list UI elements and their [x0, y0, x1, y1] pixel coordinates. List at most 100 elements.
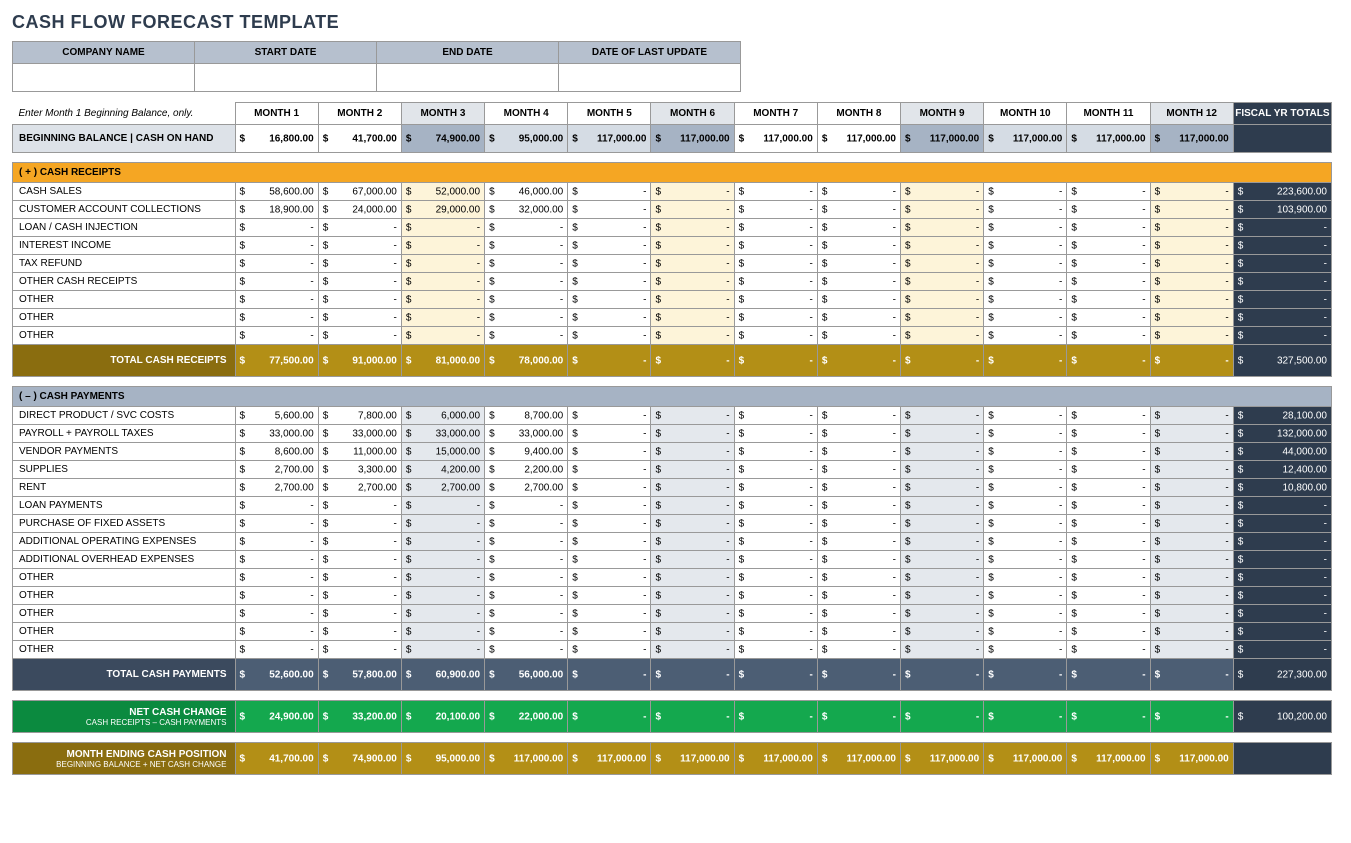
payments-cell[interactable]: $2,700.00: [485, 479, 568, 497]
receipts-cell[interactable]: $-: [318, 327, 401, 345]
payments-cell[interactable]: $-: [235, 497, 318, 515]
beginning-balance-cell[interactable]: $117,000.00: [901, 125, 984, 153]
payments-cell[interactable]: $-: [817, 569, 900, 587]
payments-cell[interactable]: $-: [235, 569, 318, 587]
payments-cell[interactable]: $8,700.00: [485, 407, 568, 425]
payments-cell[interactable]: $-: [817, 443, 900, 461]
payments-cell[interactable]: $-: [485, 623, 568, 641]
payments-cell[interactable]: $-: [401, 587, 484, 605]
payments-cell[interactable]: $-: [1067, 533, 1150, 551]
payments-cell[interactable]: $-: [235, 605, 318, 623]
receipts-cell[interactable]: $-: [1067, 237, 1150, 255]
receipts-cell[interactable]: $-: [568, 201, 651, 219]
receipts-cell[interactable]: $-: [318, 219, 401, 237]
beginning-balance-cell[interactable]: $117,000.00: [651, 125, 734, 153]
receipts-cell[interactable]: $-: [1067, 309, 1150, 327]
payments-cell[interactable]: $33,000.00: [485, 425, 568, 443]
receipts-cell[interactable]: $-: [817, 291, 900, 309]
receipts-cell[interactable]: $-: [235, 327, 318, 345]
payments-cell[interactable]: $9,400.00: [485, 443, 568, 461]
payments-cell[interactable]: $-: [901, 479, 984, 497]
receipts-cell[interactable]: $-: [401, 219, 484, 237]
beginning-balance-cell[interactable]: $74,900.00: [401, 125, 484, 153]
payments-cell[interactable]: $3,300.00: [318, 461, 401, 479]
payments-cell[interactable]: $-: [651, 569, 734, 587]
info-input-cell[interactable]: [13, 64, 195, 92]
receipts-cell[interactable]: $-: [901, 219, 984, 237]
receipts-cell[interactable]: $-: [984, 255, 1067, 273]
payments-cell[interactable]: $-: [817, 515, 900, 533]
payments-cell[interactable]: $-: [817, 587, 900, 605]
payments-cell[interactable]: $2,700.00: [235, 479, 318, 497]
payments-cell[interactable]: $-: [817, 479, 900, 497]
receipts-cell[interactable]: $-: [1067, 255, 1150, 273]
payments-cell[interactable]: $33,000.00: [401, 425, 484, 443]
payments-cell[interactable]: $8,600.00: [235, 443, 318, 461]
receipts-cell[interactable]: $29,000.00: [401, 201, 484, 219]
receipts-cell[interactable]: $-: [235, 291, 318, 309]
payments-cell[interactable]: $-: [568, 551, 651, 569]
payments-cell[interactable]: $-: [817, 551, 900, 569]
payments-cell[interactable]: $-: [1150, 407, 1233, 425]
payments-cell[interactable]: $-: [734, 587, 817, 605]
payments-cell[interactable]: $-: [984, 461, 1067, 479]
receipts-cell[interactable]: $-: [1150, 255, 1233, 273]
receipts-cell[interactable]: $-: [318, 237, 401, 255]
beginning-balance-cell[interactable]: $117,000.00: [568, 125, 651, 153]
payments-cell[interactable]: $-: [401, 551, 484, 569]
payments-cell[interactable]: $-: [651, 479, 734, 497]
receipts-cell[interactable]: $-: [1150, 201, 1233, 219]
receipts-cell[interactable]: $-: [651, 273, 734, 291]
receipts-cell[interactable]: $-: [401, 309, 484, 327]
payments-cell[interactable]: $-: [651, 497, 734, 515]
receipts-cell[interactable]: $-: [1067, 219, 1150, 237]
receipts-cell[interactable]: $-: [401, 255, 484, 273]
payments-cell[interactable]: $-: [901, 605, 984, 623]
receipts-cell[interactable]: $-: [817, 273, 900, 291]
beginning-balance-cell[interactable]: $117,000.00: [817, 125, 900, 153]
payments-cell[interactable]: $-: [318, 497, 401, 515]
payments-cell[interactable]: $-: [984, 497, 1067, 515]
receipts-cell[interactable]: $-: [485, 255, 568, 273]
payments-cell[interactable]: $-: [568, 479, 651, 497]
payments-cell[interactable]: $-: [984, 623, 1067, 641]
payments-cell[interactable]: $-: [1067, 569, 1150, 587]
receipts-cell[interactable]: $-: [984, 309, 1067, 327]
payments-cell[interactable]: $-: [734, 425, 817, 443]
payments-cell[interactable]: $-: [235, 515, 318, 533]
payments-cell[interactable]: $-: [984, 569, 1067, 587]
payments-cell[interactable]: $6,000.00: [401, 407, 484, 425]
beginning-balance-cell[interactable]: $117,000.00: [1150, 125, 1233, 153]
payments-cell[interactable]: $-: [485, 641, 568, 659]
payments-cell[interactable]: $-: [485, 515, 568, 533]
payments-cell[interactable]: $-: [401, 497, 484, 515]
receipts-cell[interactable]: $-: [485, 273, 568, 291]
payments-cell[interactable]: $-: [1067, 587, 1150, 605]
receipts-cell[interactable]: $-: [984, 201, 1067, 219]
payments-cell[interactable]: $-: [1067, 497, 1150, 515]
receipts-cell[interactable]: $-: [568, 237, 651, 255]
receipts-cell[interactable]: $-: [734, 309, 817, 327]
payments-cell[interactable]: $-: [568, 569, 651, 587]
payments-cell[interactable]: $2,200.00: [485, 461, 568, 479]
payments-cell[interactable]: $-: [901, 551, 984, 569]
receipts-cell[interactable]: $-: [651, 183, 734, 201]
payments-cell[interactable]: $-: [1150, 569, 1233, 587]
receipts-cell[interactable]: $46,000.00: [485, 183, 568, 201]
receipts-cell[interactable]: $-: [485, 219, 568, 237]
payments-cell[interactable]: $-: [318, 533, 401, 551]
payments-cell[interactable]: $-: [485, 587, 568, 605]
payments-cell[interactable]: $-: [235, 587, 318, 605]
payments-cell[interactable]: $-: [901, 623, 984, 641]
receipts-cell[interactable]: $-: [568, 309, 651, 327]
payments-cell[interactable]: $2,700.00: [318, 479, 401, 497]
payments-cell[interactable]: $-: [568, 425, 651, 443]
payments-cell[interactable]: $-: [817, 425, 900, 443]
payments-cell[interactable]: $-: [1150, 587, 1233, 605]
payments-cell[interactable]: $-: [984, 515, 1067, 533]
payments-cell[interactable]: $-: [318, 623, 401, 641]
receipts-cell[interactable]: $-: [568, 255, 651, 273]
payments-cell[interactable]: $-: [401, 533, 484, 551]
receipts-cell[interactable]: $-: [651, 237, 734, 255]
info-input-cell[interactable]: [559, 64, 741, 92]
